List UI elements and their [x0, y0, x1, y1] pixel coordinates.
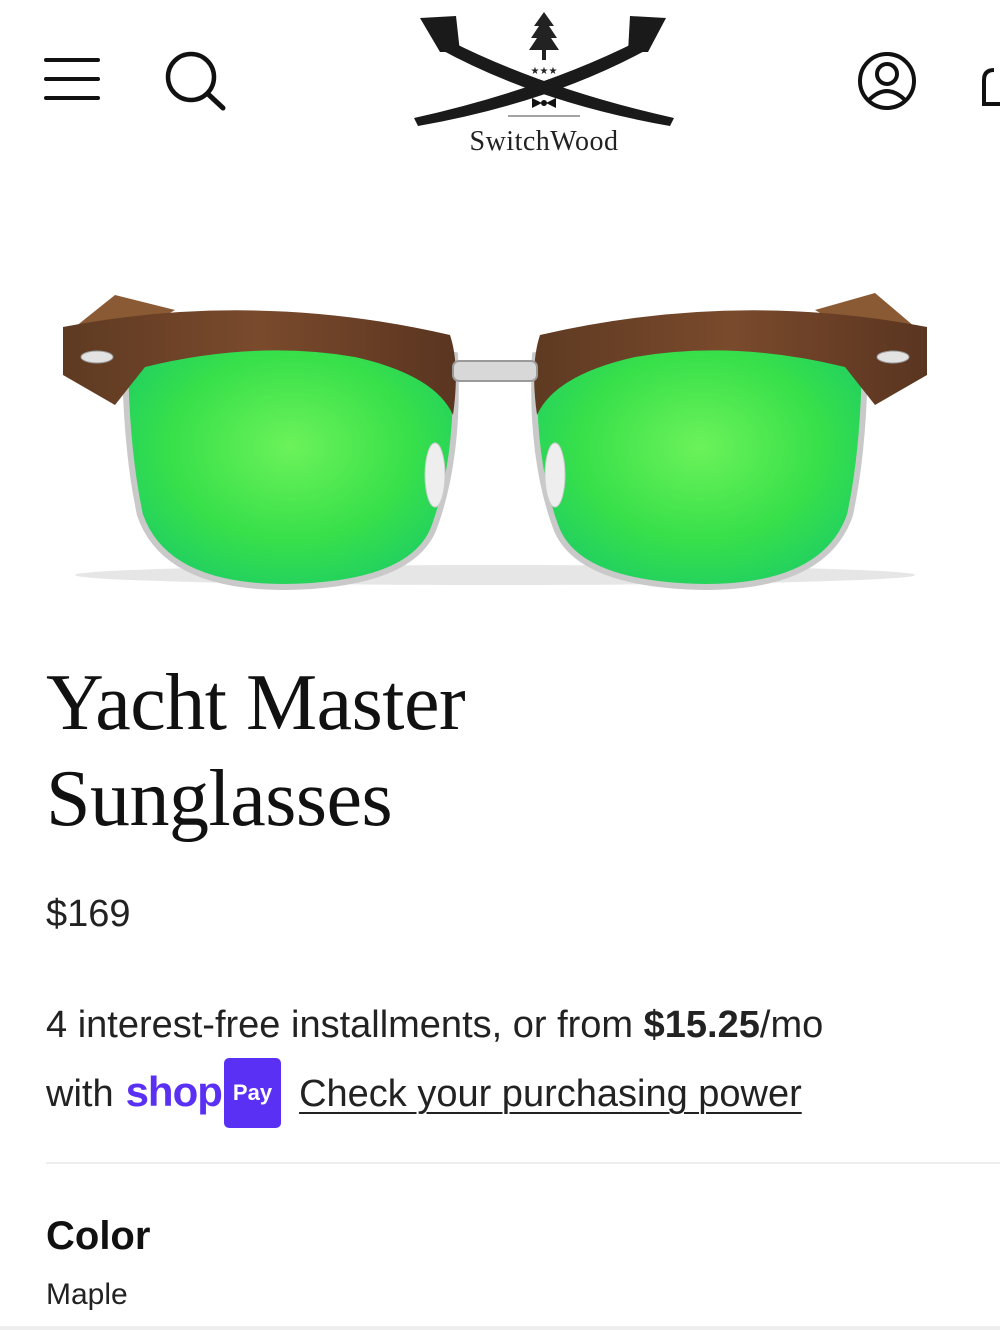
- divider: [46, 1162, 1000, 1164]
- brand-logo[interactable]: ★★★ SwitchWood: [408, 8, 680, 158]
- installments-with: with: [46, 1073, 114, 1115]
- svg-text:★★★: ★★★: [531, 66, 558, 77]
- shop-pay-badge: Pay: [223, 1058, 282, 1128]
- installment-period: /mo: [759, 1004, 824, 1046]
- product-image[interactable]: [55, 275, 935, 610]
- sunglasses-image-icon: [63, 293, 927, 591]
- installments-text: 4 interest-free installments, or from: [46, 1004, 644, 1046]
- color-option-label: Color: [46, 1214, 151, 1258]
- search-icon[interactable]: [162, 50, 228, 112]
- site-header: ★★★ SwitchWood: [0, 0, 1000, 170]
- account-icon[interactable]: [856, 50, 920, 112]
- installment-amount: $15.25: [643, 1004, 760, 1046]
- check-purchasing-power-link[interactable]: Check your purchasing power: [299, 1073, 802, 1115]
- product-title: Yacht Master Sunglasses: [46, 659, 466, 843]
- product-price: $169: [46, 893, 131, 935]
- crossed-axes-icon: ★★★: [414, 12, 674, 126]
- bottom-divider: [0, 1326, 1000, 1330]
- shop-pay-logo: shop: [125, 1068, 223, 1115]
- brand-name: SwitchWood: [469, 126, 619, 157]
- hamburger-menu-icon[interactable]: [44, 54, 102, 104]
- color-option-value: Maple: [46, 1278, 128, 1311]
- installments-info: 4 interest-free installments, or from $1…: [46, 992, 986, 1128]
- cart-icon[interactable]: [980, 66, 1000, 108]
